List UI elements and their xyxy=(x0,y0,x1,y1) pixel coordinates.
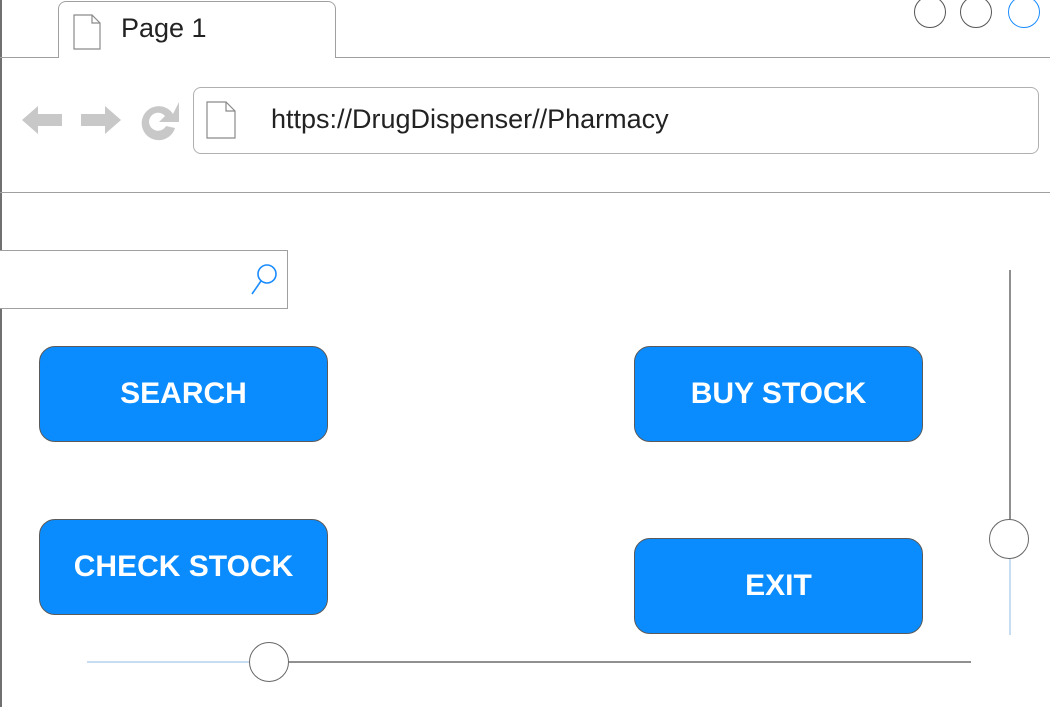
window-border xyxy=(0,0,2,707)
arrow-left-icon[interactable] xyxy=(20,102,64,138)
search-icon[interactable] xyxy=(249,261,279,301)
address-bar[interactable]: https://DrugDispenser//Pharmacy xyxy=(193,87,1039,154)
horizontal-slider-track[interactable] xyxy=(289,661,971,663)
minimize-circle-icon[interactable] xyxy=(914,0,946,28)
vertical-slider-thumb[interactable] xyxy=(989,519,1029,559)
url-text: https://DrugDispenser//Pharmacy xyxy=(271,104,669,134)
exit-button[interactable]: EXIT xyxy=(634,538,923,634)
search-button[interactable]: SEARCH xyxy=(39,346,328,442)
vertical-slider-track[interactable] xyxy=(1009,270,1011,519)
search-input[interactable] xyxy=(3,255,247,305)
maximize-circle-icon[interactable] xyxy=(960,0,992,28)
reload-icon[interactable] xyxy=(135,100,183,142)
horizontal-slider-thumb[interactable] xyxy=(249,642,289,682)
tab-label: Page 1 xyxy=(121,13,207,43)
horizontal-slider-track-filled[interactable] xyxy=(87,661,249,663)
tab-bar-line xyxy=(336,57,1050,58)
buy-stock-button[interactable]: BUY STOCK xyxy=(634,346,923,442)
tab-page-1[interactable]: Page 1 xyxy=(58,1,336,58)
vertical-slider-track-filled[interactable] xyxy=(1009,559,1011,635)
page-icon xyxy=(206,101,236,139)
search-field[interactable] xyxy=(0,250,288,309)
page-icon xyxy=(73,14,101,50)
nav-divider xyxy=(0,192,1050,193)
arrow-right-icon[interactable] xyxy=(79,102,123,138)
check-stock-button[interactable]: CHECK STOCK xyxy=(39,519,328,615)
tab-bar-line xyxy=(0,57,58,58)
browser-window: Page 1 https://DrugDispenser//Pharmacy S… xyxy=(0,0,1050,707)
close-circle-icon[interactable] xyxy=(1008,0,1040,28)
